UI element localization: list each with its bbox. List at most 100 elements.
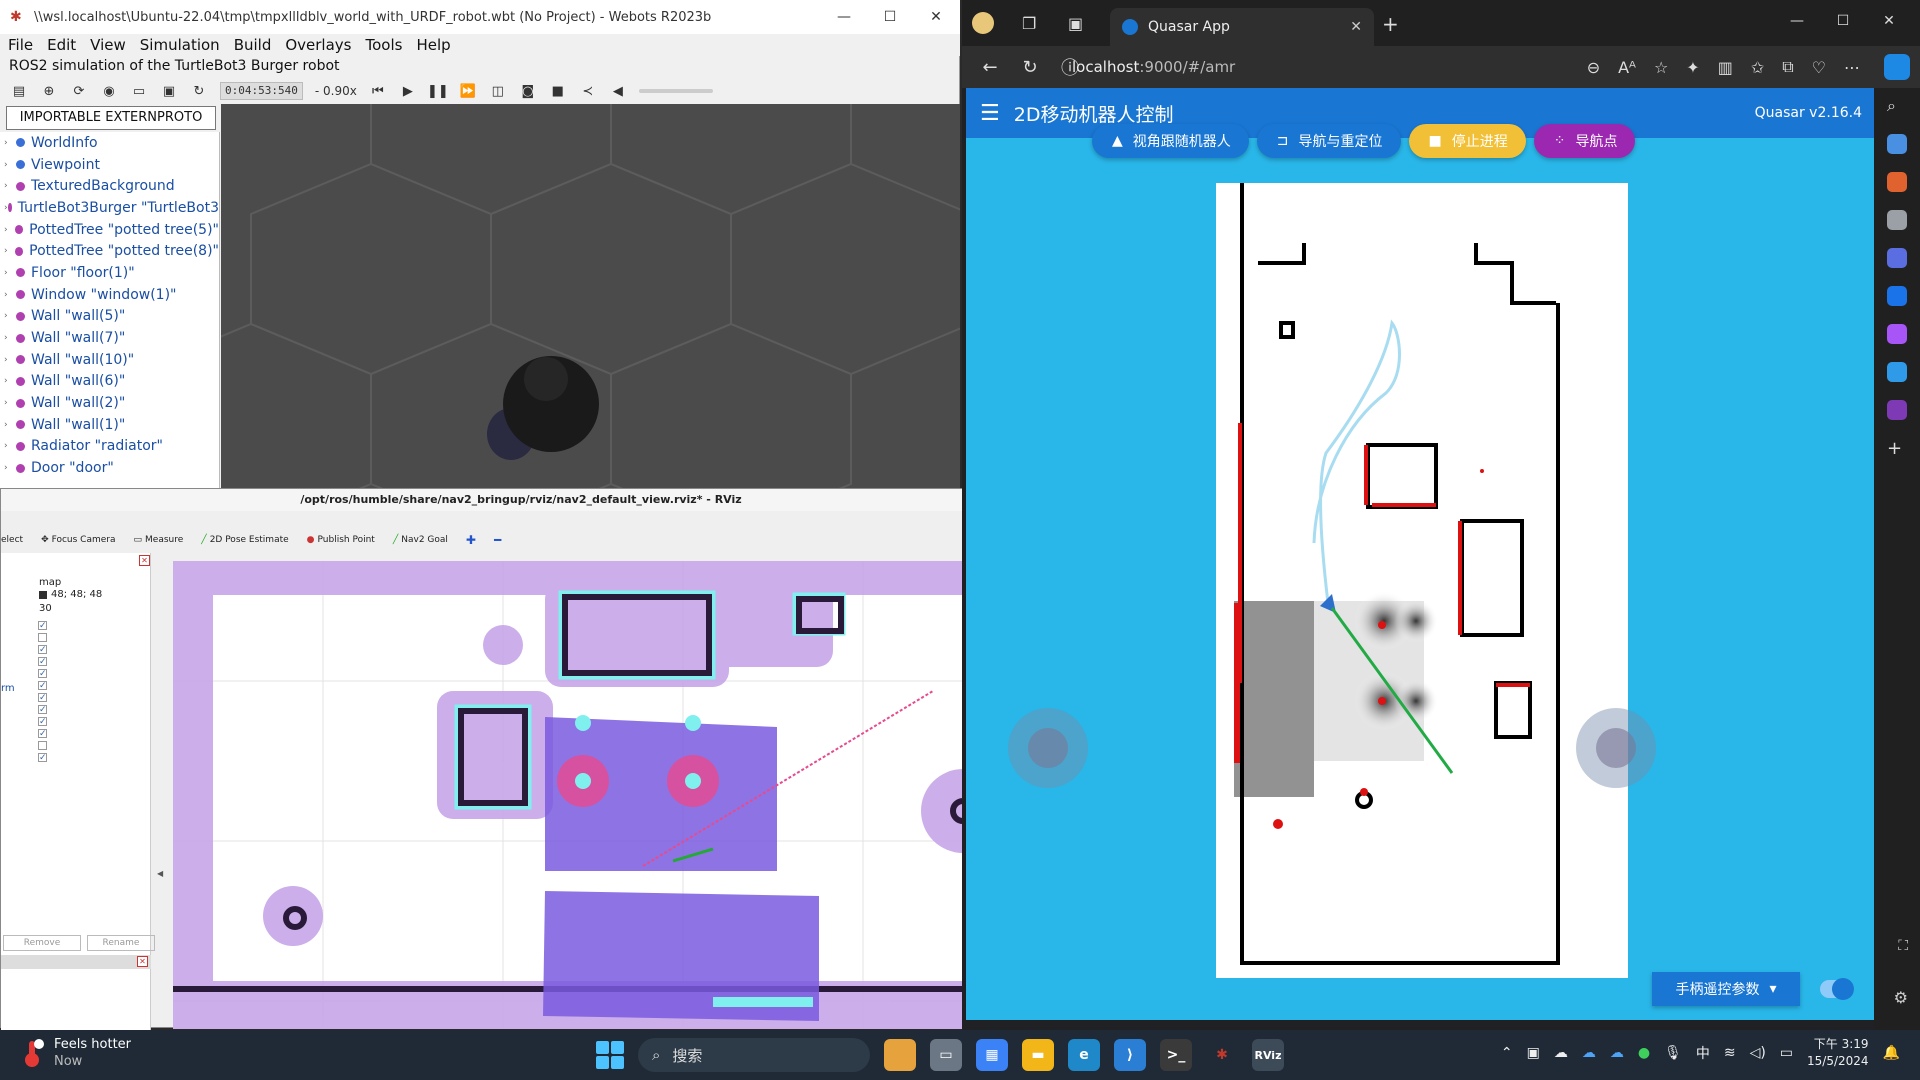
tool-measure[interactable]: ▭ Measure — [134, 535, 184, 545]
add-node-icon[interactable]: ⊕ — [40, 82, 58, 100]
display-checkbox[interactable] — [38, 633, 47, 642]
browser-minimize-button[interactable]: — — [1774, 4, 1820, 38]
tab-close-icon[interactable]: ✕ — [1350, 19, 1362, 35]
menu-file[interactable]: File — [0, 34, 39, 56]
expand-arrow-icon[interactable]: › — [4, 311, 16, 321]
control-button[interactable]: ⊐ 导航与重定位 — [1256, 124, 1401, 158]
expand-arrow-icon[interactable]: › — [4, 160, 16, 170]
terminal-icon[interactable]: >_ — [1160, 1039, 1192, 1071]
reset-icon[interactable]: ⏮ — [369, 82, 387, 100]
display-checkbox[interactable]: ✓ — [38, 729, 47, 739]
expand-arrow-icon[interactable]: › — [4, 290, 16, 300]
sidebar-settings-icon[interactable]: ⚙ — [1894, 988, 1908, 1007]
sidebar-onenote-icon[interactable] — [1887, 400, 1907, 420]
rviz-title[interactable]: /opt/ros/humble/share/nav2_bringup/rviz/… — [1, 489, 1041, 511]
weather-widget[interactable]: Feels hotter Now — [22, 1036, 131, 1070]
scene-tree-item[interactable]: › TexturedBackground — [0, 175, 219, 197]
save-world-icon[interactable]: ▣ — [160, 82, 178, 100]
expand-arrow-icon[interactable]: › — [4, 441, 16, 451]
step-icon[interactable]: ▶ — [399, 82, 417, 100]
tab-actions-icon[interactable]: ▣ — [1068, 14, 1083, 33]
browser-close-button[interactable]: ✕ — [1866, 4, 1912, 38]
remove-tool-icon[interactable]: ━ — [494, 533, 501, 547]
displays-close-icon[interactable]: ✕ — [139, 555, 150, 566]
onedrive-business-icon[interactable]: ☁ — [1582, 1045, 1596, 1061]
copilot-icon[interactable] — [1884, 54, 1910, 80]
share-icon[interactable]: ≺ — [579, 82, 597, 100]
scene-tree-item[interactable]: › Viewpoint — [0, 154, 219, 176]
more-menu-icon[interactable]: ⋯ — [1844, 58, 1860, 77]
robot-map-canvas[interactable] — [1216, 183, 1628, 978]
webots-taskbar-icon[interactable]: ✱ — [1206, 1039, 1238, 1071]
scene-tree-item[interactable]: › Door "door" — [0, 457, 219, 479]
sidebar-outlook-icon[interactable] — [1887, 286, 1907, 306]
taskbar-search[interactable]: ⌕ 搜索 — [638, 1038, 870, 1072]
sidebar-designer-icon[interactable] — [1887, 324, 1907, 344]
pause-icon[interactable]: ❚❚ — [427, 82, 449, 100]
menu-build[interactable]: Build — [226, 34, 278, 56]
scene-tree-item[interactable]: › Wall "wall(6)" — [0, 371, 219, 393]
collections-icon[interactable]: ⧉ — [1782, 57, 1793, 77]
open-world-icon[interactable]: ▭ — [130, 82, 148, 100]
display-checkbox[interactable]: ✓ — [38, 705, 47, 715]
control-button[interactable]: ▲ 视角跟随机器人 — [1092, 124, 1249, 158]
left-joystick[interactable] — [1008, 708, 1088, 788]
scene-tree-item[interactable]: › Wall "wall(7)" — [0, 327, 219, 349]
scene-tree-item[interactable]: › TurtleBot3Burger "TurtleBot3 — [0, 197, 219, 219]
new-tab-icon[interactable]: + — [1382, 12, 1399, 36]
battery-icon[interactable]: ▭ — [1780, 1045, 1793, 1061]
display-checkbox[interactable]: ✓ — [38, 693, 47, 703]
scene-tree-toggle-icon[interactable]: ▤ — [10, 82, 28, 100]
close-button[interactable]: ✕ — [913, 0, 959, 34]
eye-icon[interactable]: ◉ — [100, 82, 118, 100]
add-tool-icon[interactable]: ✚ — [466, 533, 476, 547]
views-close-icon[interactable]: ✕ — [137, 956, 148, 967]
task-view-icon[interactable]: ▭ — [930, 1039, 962, 1071]
split-screen-icon[interactable]: ▥ — [1718, 58, 1733, 77]
scene-tree-item[interactable]: › Wall "wall(10)" — [0, 349, 219, 371]
expand-arrow-icon[interactable]: › — [4, 355, 16, 365]
expand-arrow-icon[interactable]: › — [4, 376, 16, 386]
display-checkbox[interactable]: ✓ — [38, 753, 47, 763]
rviz-costmap-view[interactable] — [173, 561, 1019, 1029]
minimize-button[interactable]: — — [821, 0, 867, 34]
expand-arrow-icon[interactable]: › — [4, 181, 16, 191]
sidebar-games-icon[interactable] — [1887, 210, 1907, 230]
gamepad-toggle[interactable] — [1820, 978, 1854, 1000]
scene-tree-item[interactable]: › WorldInfo — [0, 132, 219, 154]
read-aloud-icon[interactable]: Aᴬ — [1618, 58, 1636, 77]
address-bar[interactable]: localhost:9000/#/amr — [1072, 52, 1432, 82]
sidebar-tools-icon[interactable] — [1887, 172, 1907, 192]
menu-edit[interactable]: Edit — [39, 34, 82, 56]
menu-tools[interactable]: Tools — [357, 34, 408, 56]
browser-maximize-button[interactable]: ☐ — [1820, 4, 1866, 38]
expand-arrow-icon[interactable]: › — [4, 246, 15, 256]
scene-tree-item[interactable]: › PottedTree "potted tree(5)" — [0, 219, 219, 241]
sidebar-telegram-icon[interactable] — [1887, 362, 1907, 382]
expand-arrow-icon[interactable]: › — [4, 333, 16, 343]
tab-quasar-app[interactable]: Quasar App ✕ — [1110, 8, 1374, 46]
scene-tree-item[interactable]: › PottedTree "potted tree(8)" — [0, 240, 219, 262]
vscode-icon[interactable]: ⟩ — [1114, 1039, 1146, 1071]
profile-avatar[interactable] — [972, 12, 994, 34]
volume-slider[interactable] — [638, 89, 713, 93]
microphone-icon[interactable]: 🎙 — [1664, 1045, 1682, 1061]
sidebar-search-icon[interactable]: ⌕ — [1887, 96, 1907, 116]
speaker-icon[interactable]: ◁) — [1750, 1045, 1766, 1061]
display-checkbox[interactable]: ✓ — [38, 681, 47, 691]
scene-tree-item[interactable]: › Window "window(1)" — [0, 284, 219, 306]
wifi-icon[interactable]: ≋ — [1724, 1045, 1736, 1061]
ime-indicator[interactable]: 中 — [1696, 1043, 1710, 1063]
webots-titlebar[interactable]: ✱ \\wsl.localhost\Ubuntu-22.04\tmp\tmpxl… — [0, 0, 960, 34]
sidebar-screenshot-icon[interactable]: ⛶ — [1898, 938, 1908, 954]
record-icon[interactable]: ■ — [549, 82, 567, 100]
start-button[interactable] — [596, 1041, 624, 1069]
collapse-left-icon[interactable]: ◀ — [157, 869, 163, 878]
tool-2d-pose[interactable]: ╱ 2D Pose Estimate — [201, 535, 288, 545]
expand-arrow-icon[interactable]: › — [4, 225, 15, 235]
expand-arrow-icon[interactable]: › — [4, 420, 16, 430]
sidebar-add-icon[interactable]: + — [1887, 438, 1907, 459]
file-explorer-icon[interactable]: ▬ — [1022, 1039, 1054, 1071]
sidebar-shopping-icon[interactable] — [1887, 134, 1907, 154]
notification-bell-icon[interactable]: 🔔 — [1883, 1045, 1900, 1061]
